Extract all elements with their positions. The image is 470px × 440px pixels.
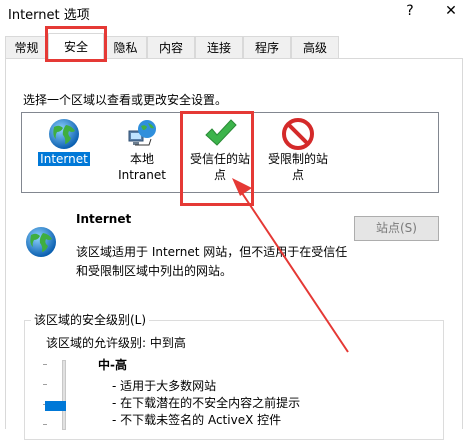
annotation-arrow-icon <box>232 178 349 353</box>
